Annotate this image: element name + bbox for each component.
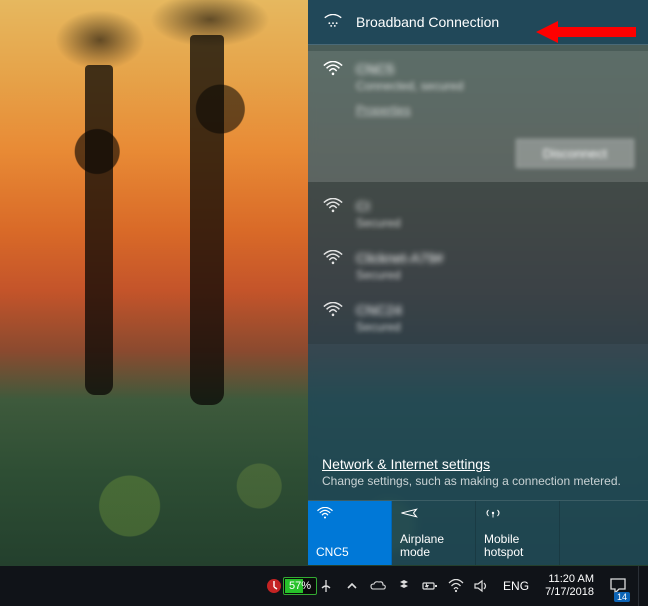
wifi-status: Secured bbox=[356, 268, 443, 282]
wifi-item[interactable]: CI Secured bbox=[308, 188, 648, 240]
disconnect-button[interactable]: Disconnect bbox=[516, 139, 634, 168]
wifi-status: Connected, secured bbox=[356, 79, 463, 93]
clock[interactable]: 11:20 AM 7/17/2018 bbox=[539, 573, 600, 598]
network-settings-sub: Change settings, such as making a connec… bbox=[322, 474, 634, 488]
quick-tiles: CNC5 Airplane mode Mobile hotspot bbox=[308, 500, 648, 565]
wifi-icon bbox=[316, 507, 334, 523]
wifi-icon bbox=[322, 198, 344, 214]
system-tray: 57% ENG 11: bbox=[263, 566, 644, 606]
broadband-label: Broadband Connection bbox=[356, 14, 499, 30]
wifi-item-connected[interactable]: CNC5 Connected, secured Properties Disco… bbox=[308, 51, 648, 182]
taskbar: 57% ENG 11: bbox=[0, 566, 648, 606]
tile-label: Mobile hotspot bbox=[484, 533, 551, 559]
tray-app-icon[interactable] bbox=[315, 566, 337, 606]
hotspot-icon bbox=[484, 507, 502, 523]
dialup-icon bbox=[322, 14, 344, 30]
wifi-icon bbox=[322, 302, 344, 318]
language-indicator[interactable]: ENG bbox=[497, 579, 535, 593]
tile-airplane[interactable]: Airplane mode bbox=[392, 501, 476, 565]
volume-icon[interactable] bbox=[471, 566, 493, 606]
broadband-connection-item[interactable]: Broadband Connection bbox=[308, 0, 648, 45]
power-icon[interactable] bbox=[419, 566, 441, 606]
wifi-icon[interactable] bbox=[445, 566, 467, 606]
wifi-item[interactable]: Clicknet-A79# Secured bbox=[308, 240, 648, 292]
tile-wifi[interactable]: CNC5 bbox=[308, 501, 392, 565]
dropbox-icon[interactable] bbox=[393, 566, 415, 606]
wifi-ssid: Clicknet-A79# bbox=[356, 250, 443, 266]
network-flyout: Broadband Connection CNC5 Connected, sec… bbox=[308, 0, 648, 565]
tile-label: Airplane mode bbox=[400, 533, 467, 559]
wifi-ssid: CI bbox=[356, 198, 401, 214]
properties-link[interactable]: Properties bbox=[356, 103, 463, 117]
clock-time: 11:20 AM bbox=[548, 573, 594, 586]
network-settings-link[interactable]: Network & Internet settings bbox=[322, 456, 634, 472]
clock-date: 7/17/2018 bbox=[545, 586, 594, 599]
tile-hotspot[interactable]: Mobile hotspot bbox=[476, 501, 560, 565]
chevron-up-icon[interactable] bbox=[341, 566, 363, 606]
wifi-status: Secured bbox=[356, 216, 401, 230]
notification-badge: 14 bbox=[614, 592, 630, 602]
network-settings-block: Network & Internet settings Change setti… bbox=[308, 446, 648, 500]
wifi-ssid: CNC5 bbox=[356, 61, 463, 77]
wifi-ssid: CNC24 bbox=[356, 302, 402, 318]
tray-app-icon[interactable] bbox=[263, 566, 285, 606]
airplane-icon bbox=[400, 507, 418, 523]
onedrive-icon[interactable] bbox=[367, 566, 389, 606]
wifi-icon bbox=[322, 250, 344, 266]
tile-label: CNC5 bbox=[316, 546, 383, 559]
wifi-icon bbox=[322, 61, 344, 77]
wifi-item[interactable]: CNC24 Secured bbox=[308, 292, 648, 344]
wifi-status: Secured bbox=[356, 320, 402, 334]
battery-indicator[interactable]: 57% bbox=[289, 566, 311, 606]
action-center-icon[interactable]: 14 bbox=[604, 566, 632, 606]
battery-percent: 57% bbox=[286, 580, 314, 592]
show-desktop-button[interactable] bbox=[638, 566, 644, 606]
